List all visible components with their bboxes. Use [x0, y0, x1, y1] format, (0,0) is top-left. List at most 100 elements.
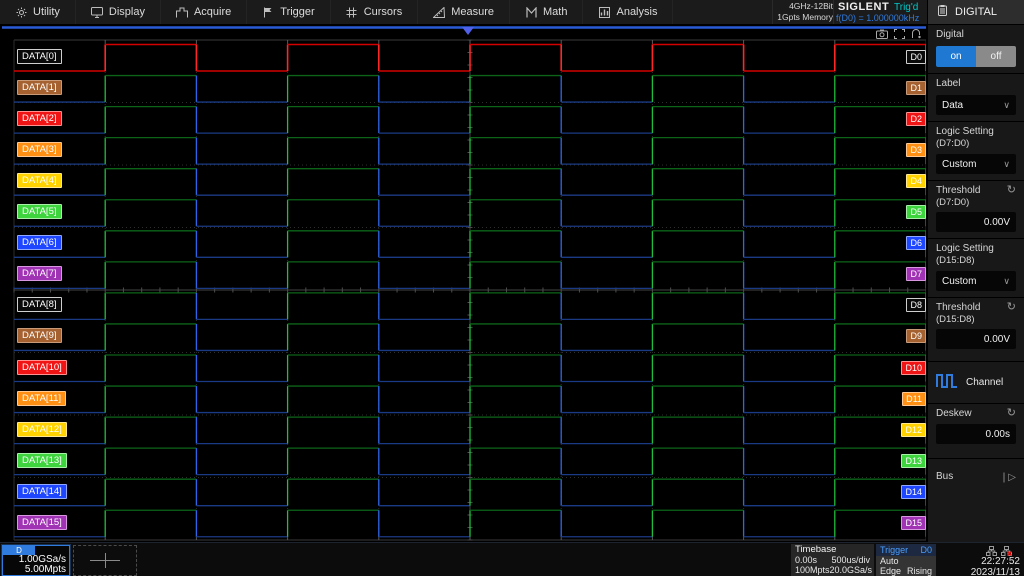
- refresh-icon[interactable]: ↻: [1007, 185, 1016, 196]
- grid-toolbar: [876, 29, 922, 39]
- channel-badge[interactable]: D5: [906, 205, 926, 219]
- channel-label[interactable]: DATA[2]: [17, 111, 62, 126]
- channel-label[interactable]: DATA[9]: [17, 328, 62, 343]
- channel-label[interactable]: DATA[5]: [17, 204, 62, 219]
- channel-label[interactable]: DATA[4]: [17, 173, 62, 188]
- menu-item-label: Utility: [33, 6, 60, 18]
- menu-item-label: Analysis: [616, 6, 657, 18]
- threshold-low-range: (D7:D0): [936, 197, 980, 208]
- channel-badge[interactable]: D10: [901, 361, 926, 375]
- timebase-delay: 0.00s: [795, 555, 817, 565]
- channel-label[interactable]: DATA[7]: [17, 266, 62, 281]
- math-icon: [525, 6, 537, 18]
- menu-item-trigger[interactable]: Trigger: [247, 0, 330, 24]
- scope-spec: 4GHz-12Bit 1Gpts Memory: [772, 0, 834, 25]
- channel-menu-button[interactable]: Channel: [928, 361, 1024, 403]
- channel-badge[interactable]: D8: [906, 298, 926, 312]
- frequency-counter: f(D0) = 1.000000kHz: [836, 13, 919, 23]
- digital-off-button[interactable]: off: [976, 46, 1016, 67]
- menu-item-display[interactable]: Display: [76, 0, 161, 24]
- refresh-icon[interactable]: ↻: [1007, 408, 1016, 419]
- menu-item-cursors[interactable]: Cursors: [331, 0, 419, 24]
- add-channel-button[interactable]: [73, 545, 137, 576]
- deskew-input[interactable]: 0.00s: [936, 424, 1016, 444]
- digital-memory-depth: 5.00Mpts: [25, 564, 66, 575]
- threshold-low-input[interactable]: 0.00V: [936, 212, 1016, 232]
- channel-badge[interactable]: D13: [901, 454, 926, 468]
- waveform-display[interactable]: DATA[0] D0 DATA[1] D1 DATA[2] D2 DATA[3] D3 DATA…: [0, 24, 928, 542]
- channel-label[interactable]: DATA[10]: [17, 360, 67, 375]
- channel-badge[interactable]: D11: [902, 392, 926, 406]
- bus-title: Bus: [936, 471, 953, 483]
- label-dropdown[interactable]: Data ∨: [936, 95, 1016, 115]
- digital-panel-header[interactable]: DIGITAL: [928, 0, 1024, 24]
- threshold-high-range: (D15:D8): [936, 314, 980, 325]
- display-icon: [91, 6, 103, 18]
- channel-label[interactable]: DATA[3]: [17, 142, 62, 157]
- menu-item-label: Cursors: [364, 6, 403, 18]
- chevron-down-icon: ∨: [1003, 276, 1010, 287]
- chevron-down-icon: ∨: [1003, 159, 1010, 170]
- channel-badge[interactable]: D1: [906, 81, 926, 95]
- lan-error-icon[interactable]: [1001, 546, 1012, 559]
- waveform-canvas: [2, 26, 926, 542]
- clock-date: 2023/11/13: [971, 567, 1020, 576]
- menu-item-label: Measure: [451, 6, 494, 18]
- threshold-low-title: Threshold: [936, 185, 980, 197]
- add-channel-icon: [105, 553, 106, 568]
- channel-label[interactable]: DATA[11]: [17, 391, 66, 406]
- channel-label[interactable]: DATA[0]: [17, 49, 62, 64]
- logic-low-dropdown[interactable]: Custom ∨: [936, 154, 1016, 174]
- digital-on-button[interactable]: on: [936, 46, 976, 67]
- brand-logo: SIGLENT: [838, 1, 889, 13]
- logic-high-value: Custom: [942, 276, 976, 287]
- flag-icon: [262, 6, 274, 18]
- trigger-position-icon[interactable]: [462, 27, 474, 35]
- cursors-icon: [346, 6, 358, 18]
- trigger-mode: Auto: [880, 556, 899, 566]
- threshold-high-input[interactable]: 0.00V: [936, 329, 1016, 349]
- channel-label[interactable]: DATA[15]: [17, 515, 67, 530]
- digital-group-descriptor[interactable]: D 1.00GSa/s 5.00Mpts: [2, 545, 70, 576]
- logic-high-range: (D15:D8): [936, 255, 1016, 266]
- channel-badge[interactable]: D14: [901, 485, 926, 499]
- refresh-icon[interactable]: ↻: [1007, 302, 1016, 313]
- measure-icon: [433, 6, 445, 18]
- camera-icon[interactable]: [876, 29, 888, 39]
- status-bar: D 1.00GSa/s 5.00Mpts Timebase 0.00s 500u…: [0, 542, 1024, 576]
- menu-item-math[interactable]: Math: [510, 0, 583, 24]
- label-dropdown-value: Data: [942, 100, 963, 111]
- menu-item-acquire[interactable]: Acquire: [161, 0, 247, 24]
- deskew-section: Deskew ↻ 0.00s: [928, 403, 1024, 450]
- channel-badge[interactable]: D3: [906, 143, 926, 157]
- lan-icon[interactable]: [986, 546, 997, 559]
- bus-expand-icon: ❘▷: [1000, 472, 1016, 483]
- channel-label[interactable]: DATA[14]: [17, 484, 67, 499]
- channel-menu-label: Channel: [966, 377, 1003, 388]
- channel-badge[interactable]: D6: [906, 236, 926, 250]
- channel-label[interactable]: DATA[13]: [17, 453, 67, 468]
- menu-item-analysis[interactable]: Analysis: [583, 0, 673, 24]
- logic-high-dropdown[interactable]: Custom ∨: [936, 271, 1016, 291]
- channel-badge[interactable]: D12: [901, 423, 926, 437]
- channel-badge[interactable]: D4: [906, 174, 926, 188]
- channel-badge[interactable]: D9: [906, 329, 926, 343]
- channel-badge[interactable]: D0: [906, 50, 926, 64]
- label-section-title: Label: [936, 78, 1016, 90]
- channel-badge[interactable]: D7: [906, 267, 926, 281]
- channel-label[interactable]: DATA[6]: [17, 235, 62, 250]
- trigger-descriptor[interactable]: Trigger D0 Auto Edge Rising: [876, 544, 936, 576]
- timebase-descriptor[interactable]: Timebase 0.00s 500us/div 100Mpts 20.0GSa…: [791, 544, 874, 576]
- menu-item-utility[interactable]: Utility: [0, 0, 76, 24]
- menu-item-measure[interactable]: Measure: [418, 0, 510, 24]
- history-icon[interactable]: [911, 29, 922, 39]
- bus-menu-button[interactable]: Bus ❘▷: [928, 458, 1024, 495]
- channel-badge[interactable]: D2: [906, 112, 926, 126]
- channel-badge[interactable]: D15: [901, 516, 926, 530]
- analysis-icon: [598, 6, 610, 18]
- channel-label[interactable]: DATA[12]: [17, 422, 67, 437]
- channel-label[interactable]: DATA[1]: [17, 80, 62, 95]
- channel-label[interactable]: DATA[8]: [17, 297, 62, 312]
- digital-panel: DIGITAL Digital on off Label Data ∨ Logi…: [927, 0, 1024, 542]
- fullscreen-icon[interactable]: [894, 29, 905, 39]
